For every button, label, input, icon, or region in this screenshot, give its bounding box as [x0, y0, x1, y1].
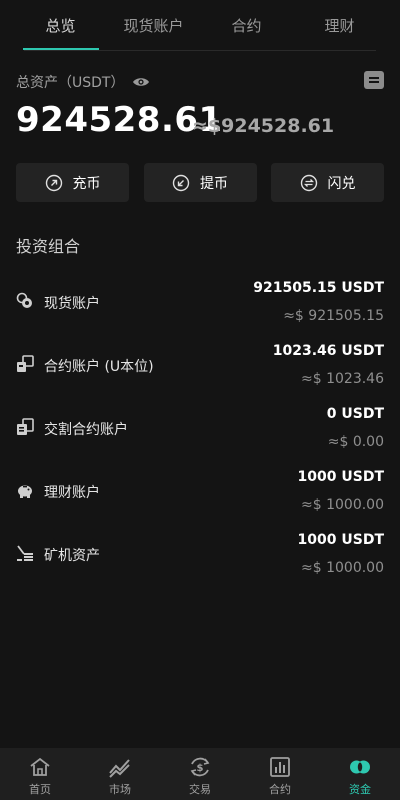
row-amount: 0 USDT	[326, 406, 384, 422]
records-icon[interactable]	[364, 71, 384, 89]
total-assets-approx: ≈$924528.61	[192, 115, 335, 137]
list-item[interactable]: 现货账户 921505.15 USDT ≈$ 921505.15	[16, 276, 384, 339]
contract-chart-icon	[270, 757, 290, 777]
withdraw-button[interactable]: 提币	[143, 163, 257, 202]
row-name: 理财账户	[44, 485, 100, 501]
row-name: 矿机资产	[44, 548, 100, 564]
bottom-nav: 首页 市场 $ 交易 合约 资金	[0, 748, 400, 800]
flash-exchange-label: 闪兑	[327, 175, 356, 192]
row-approx: ≈$ 1023.46	[301, 371, 384, 387]
nav-home-label: 首页	[29, 783, 51, 796]
home-icon	[30, 757, 50, 776]
row-name: 交割合约账户	[44, 422, 128, 438]
nav-contract-label: 合约	[269, 783, 291, 796]
nav-assets[interactable]: 资金	[320, 748, 400, 800]
row-amount: 1000 USDT	[297, 532, 384, 548]
top-tab-bar: 总览 现货账户 合约 理财	[0, 0, 400, 50]
total-assets-label: 总资产（USDT）	[16, 72, 150, 92]
tabs-divider	[24, 50, 376, 51]
row-approx: ≈$ 1000.00	[301, 560, 384, 576]
row-amount: 1023.46 USDT	[272, 343, 384, 359]
tab-finance[interactable]: 理财	[296, 0, 384, 50]
row-amount: 921505.15 USDT	[253, 280, 384, 296]
nav-market[interactable]: 市场	[80, 748, 160, 800]
arrow-up-right-icon	[45, 174, 62, 191]
nav-trade-label: 交易	[189, 783, 211, 796]
market-chart-icon	[109, 759, 130, 778]
tab-spot-account[interactable]: 现货账户	[110, 0, 198, 50]
tab-overview[interactable]: 总览	[17, 0, 105, 50]
assets-icon	[350, 760, 370, 774]
row-approx: ≈$ 921505.15	[283, 308, 384, 324]
arrow-down-left-icon	[172, 174, 190, 191]
mining-icon	[17, 545, 33, 561]
contract-icon	[17, 355, 34, 372]
deposit-label: 充币	[72, 175, 101, 192]
row-approx: ≈$ 0.00	[327, 434, 384, 450]
spot-icon	[16, 292, 32, 308]
svg-text:$: $	[197, 763, 204, 774]
nav-trade[interactable]: $ 交易	[160, 748, 240, 800]
nav-assets-label: 资金	[349, 783, 371, 796]
delivery-icon	[17, 418, 34, 435]
list-item[interactable]: 理财账户 1000 USDT ≈$ 1000.00	[16, 465, 384, 528]
exchange-icon	[300, 174, 317, 191]
portfolio-list: 现货账户 921505.15 USDT ≈$ 921505.15 合约账户 (U…	[16, 276, 384, 591]
portfolio-title: 投资组合	[16, 237, 81, 256]
list-item[interactable]: 合约账户 (U本位) 1023.46 USDT ≈$ 1023.46	[16, 339, 384, 402]
action-buttons: 充币 提币 闪兑	[16, 163, 384, 202]
eye-icon[interactable]	[132, 76, 150, 88]
tab-contract[interactable]: 合约	[203, 0, 291, 50]
nav-home[interactable]: 首页	[0, 748, 80, 800]
row-name: 合约账户 (U本位)	[44, 359, 154, 375]
total-assets-label-text: 总资产（USDT）	[16, 75, 125, 91]
nav-market-label: 市场	[109, 783, 131, 796]
deposit-button[interactable]: 充币	[16, 163, 129, 202]
trade-icon: $	[190, 757, 210, 777]
list-item[interactable]: 矿机资产 1000 USDT ≈$ 1000.00	[16, 528, 384, 591]
row-approx: ≈$ 1000.00	[301, 497, 384, 513]
nav-contract[interactable]: 合约	[240, 748, 320, 800]
row-amount: 1000 USDT	[297, 469, 384, 485]
row-name: 现货账户	[44, 296, 100, 312]
piggy-bank-icon	[18, 485, 32, 498]
flash-exchange-button[interactable]: 闪兑	[271, 163, 384, 202]
list-item[interactable]: 交割合约账户 0 USDT ≈$ 0.00	[16, 402, 384, 465]
withdraw-label: 提币	[200, 175, 228, 192]
